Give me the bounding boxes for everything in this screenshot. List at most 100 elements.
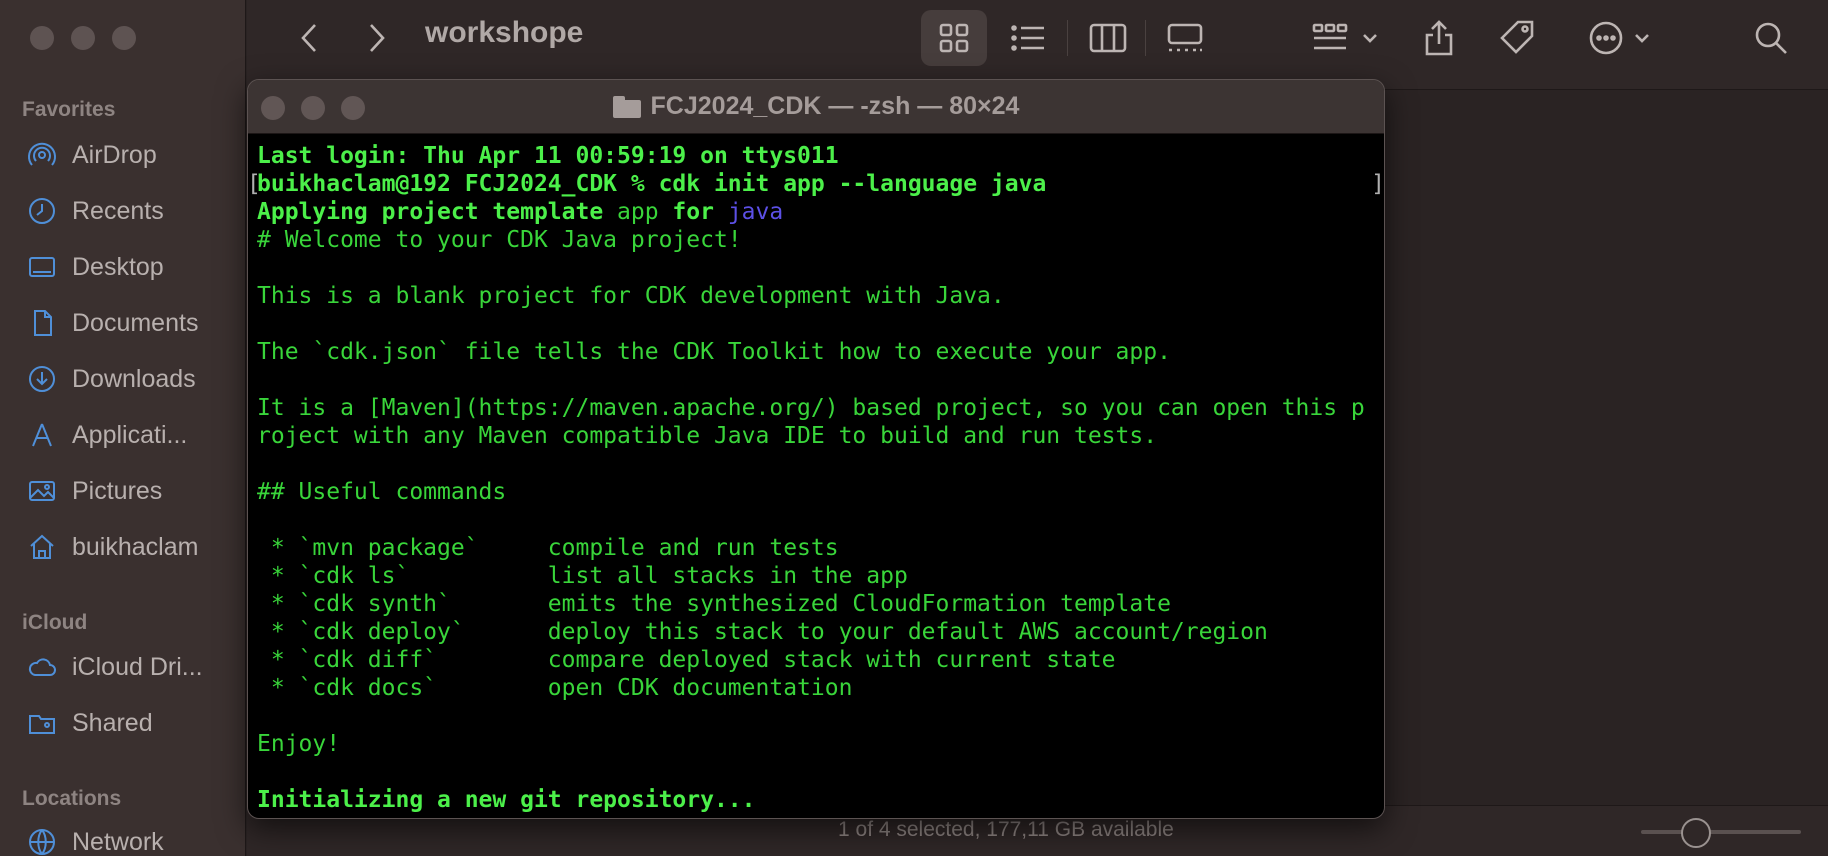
grid-icon	[939, 23, 969, 53]
desktop: Favorites AirDrop Recents Desktop Docume…	[0, 0, 1828, 856]
tags-button[interactable]	[1493, 14, 1543, 62]
group-by-button[interactable]	[1307, 14, 1387, 62]
terminal-line: Applying project template app for java	[257, 198, 1375, 226]
terminal-line: roject with any Maven compatible Java ID…	[257, 422, 1375, 450]
sidebar-item-pictures[interactable]: Pictures	[26, 471, 241, 511]
terminal-line: * `cdk ls` list all stacks in the app	[257, 562, 1375, 590]
favorites-heading: Favorites	[22, 98, 116, 121]
terminal-window-controls	[261, 96, 365, 120]
selection-bracket-left: [	[247, 171, 261, 197]
cloud-icon	[26, 651, 58, 683]
sidebar-item-label: Network	[72, 827, 164, 856]
sidebar-item-desktop[interactable]: Desktop	[26, 247, 241, 287]
back-button[interactable]	[289, 14, 329, 62]
status-text: 1 of 4 selected, 177,11 GB available	[838, 818, 1174, 841]
column-view-button[interactable]	[1083, 14, 1133, 62]
terminal-line: The `cdk.json` file tells the CDK Toolki…	[257, 338, 1375, 366]
terminal-line-text: buikhaclam@192 FCJ2024_CDK % cdk init ap…	[257, 171, 1047, 197]
download-icon	[26, 363, 58, 395]
chevron-left-icon	[301, 24, 316, 52]
sidebar-item-airdrop[interactable]: AirDrop	[26, 135, 241, 175]
terminal-line: * `cdk synth` emits the synthesized Clou…	[257, 590, 1375, 618]
sidebar-item-label: Applicati...	[72, 420, 188, 449]
terminal-title-bar[interactable]: FCJ2024_CDK — -zsh — 80×24	[248, 80, 1384, 134]
document-icon	[26, 307, 58, 339]
zoom-button[interactable]	[112, 26, 136, 50]
sidebar-item-applications[interactable]: Applicati...	[26, 415, 241, 455]
sidebar-item-network[interactable]: Network	[26, 822, 241, 856]
list-view-button[interactable]	[1003, 14, 1053, 62]
terminal-line-text: # Welcome to your CDK Java project!	[257, 227, 742, 253]
toolbar-divider	[1067, 20, 1068, 56]
ellipsis-circle-icon	[1589, 21, 1649, 55]
terminal-line-text: for	[658, 199, 728, 225]
zoom-button[interactable]	[341, 96, 365, 120]
locations-heading: Locations	[22, 787, 122, 810]
sidebar-item-label: Recents	[72, 196, 164, 225]
finder-sidebar: Favorites AirDrop Recents Desktop Docume…	[0, 0, 246, 856]
terminal-output[interactable]: [ ] Last login: Thu Apr 11 00:59:19 on t…	[247, 134, 1384, 818]
terminal-line-text: The `cdk.json` file tells the CDK Toolki…	[257, 339, 1171, 365]
terminal-line-text: Enjoy!	[257, 731, 341, 757]
sidebar-item-shared[interactable]: Shared	[26, 703, 241, 743]
desktop-icon	[26, 251, 58, 283]
icon-size-slider-knob[interactable]	[1681, 818, 1711, 848]
tag-icon	[1500, 20, 1534, 54]
terminal-line: # Welcome to your CDK Java project!	[257, 226, 1375, 254]
list-icon	[1011, 25, 1044, 51]
search-button[interactable]	[1747, 14, 1795, 62]
icon-view-button[interactable]	[921, 10, 987, 66]
pictures-icon	[26, 475, 58, 507]
sidebar-item-documents[interactable]: Documents	[26, 303, 241, 343]
terminal-line: Enjoy!	[257, 730, 1375, 758]
gallery-view-button[interactable]	[1157, 14, 1213, 62]
terminal-line-text: roject with any Maven compatible Java ID…	[257, 423, 1158, 449]
terminal-line: buikhaclam@192 FCJ2024_CDK % cdk init ap…	[257, 170, 1375, 198]
columns-icon	[1089, 23, 1127, 53]
terminal-line-text: This is a blank project for CDK developm…	[257, 283, 1005, 309]
close-button[interactable]	[30, 26, 54, 50]
forward-button[interactable]	[357, 14, 397, 62]
terminal-window[interactable]: FCJ2024_CDK — -zsh — 80×24 [ ] Last logi…	[247, 79, 1385, 819]
share-button[interactable]	[1417, 14, 1461, 62]
terminal-line-text: Initializing a new git repository...	[257, 787, 756, 813]
chevron-right-icon	[370, 24, 385, 52]
terminal-line: Initializing a new git repository...	[257, 786, 1375, 814]
terminal-title-label: FCJ2024_CDK — -zsh — 80×24	[650, 92, 1020, 120]
terminal-line: ## Useful commands	[257, 478, 1375, 506]
terminal-line: This is a blank project for CDK developm…	[257, 282, 1375, 310]
sidebar-item-downloads[interactable]: Downloads	[26, 359, 241, 399]
terminal-line-text: * `cdk diff` compare deployed stack with…	[257, 647, 1116, 673]
icon-size-slider-track[interactable]	[1641, 830, 1801, 834]
sidebar-item-recents[interactable]: Recents	[26, 191, 241, 231]
sidebar-item-label: Documents	[72, 308, 199, 337]
gallery-icon	[1167, 23, 1203, 52]
sidebar-item-label: Pictures	[72, 476, 163, 505]
close-button[interactable]	[261, 96, 285, 120]
terminal-line-text: * `cdk docs` open CDK documentation	[257, 675, 853, 701]
clock-icon	[26, 195, 58, 227]
terminal-title: FCJ2024_CDK — -zsh — 80×24	[612, 92, 1020, 121]
terminal-line: * `cdk deploy` deploy this stack to your…	[257, 618, 1375, 646]
sidebar-item-label: iCloud Dri...	[72, 652, 203, 681]
terminal-line-text: * `cdk ls` list all stacks in the app	[257, 563, 908, 589]
more-actions-button[interactable]	[1583, 14, 1663, 62]
sidebar-item-label: buikhaclam	[72, 532, 199, 561]
minimize-button[interactable]	[71, 26, 95, 50]
toolbar-divider	[1145, 20, 1146, 56]
terminal-line: * `cdk docs` open CDK documentation	[257, 674, 1375, 702]
minimize-button[interactable]	[301, 96, 325, 120]
folder-icon	[612, 95, 641, 118]
terminal-line: * `cdk diff` compare deployed stack with…	[257, 646, 1375, 674]
terminal-line-text: * `mvn package` compile and run tests	[257, 535, 839, 561]
sidebar-item-icloud-drive[interactable]: iCloud Dri...	[26, 647, 241, 687]
sidebar-item-label: Desktop	[72, 252, 164, 281]
sidebar-item-home[interactable]: buikhaclam	[26, 527, 241, 567]
terminal-line-highlight: java	[727, 199, 784, 225]
terminal-line-text: * `cdk deploy` deploy this stack to your…	[257, 619, 1268, 645]
network-icon	[26, 826, 58, 856]
